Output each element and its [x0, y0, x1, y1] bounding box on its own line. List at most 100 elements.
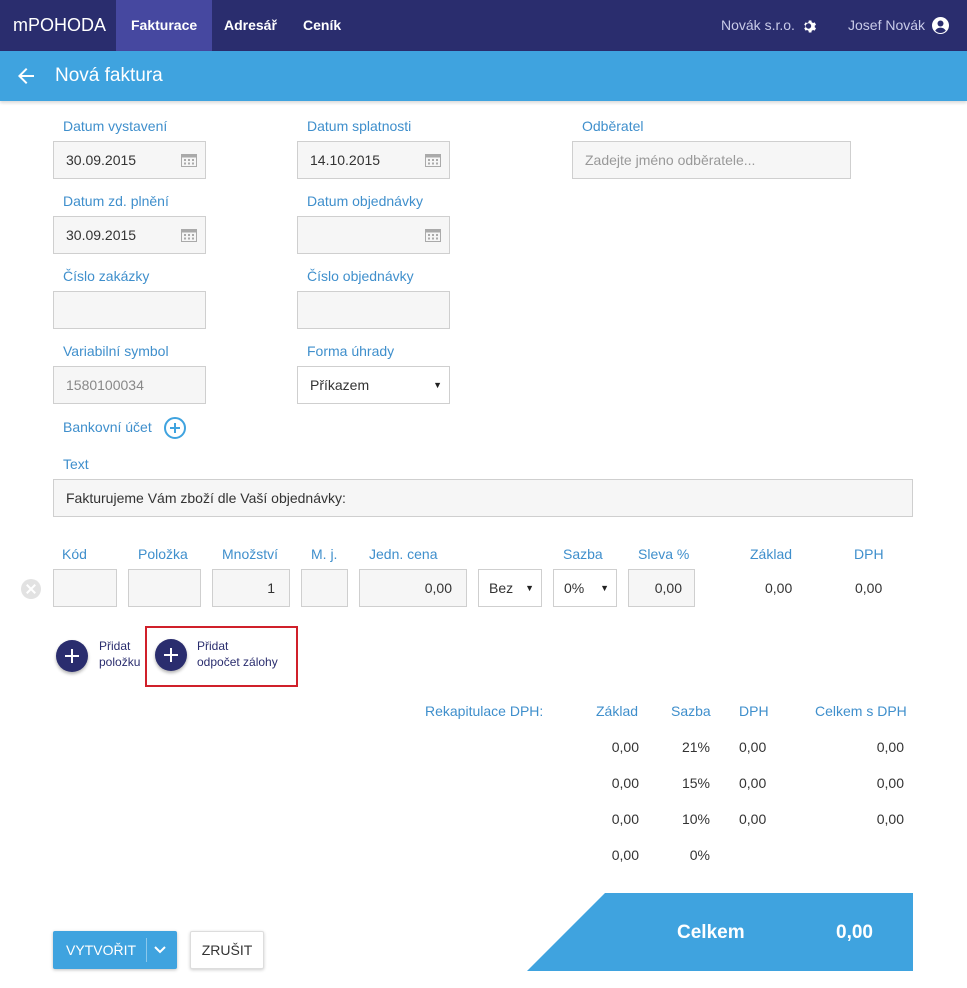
- gear-icon: [804, 20, 816, 32]
- add-item-label-line1: Přidat: [99, 639, 131, 653]
- mj-input[interactable]: [301, 569, 348, 607]
- company-menu[interactable]: Novák s.r.o.: [721, 0, 818, 51]
- add-deposit-label-line2: odpočet zálohy: [197, 655, 278, 669]
- datum-objednavky-label: Datum objednávky: [307, 193, 423, 209]
- col-dph: DPH: [854, 546, 884, 562]
- recap-row1-dph: 0,00: [739, 739, 767, 755]
- datum-vystaveni-value: 30.09.2015: [66, 152, 137, 168]
- odberatel-label: Odběratel: [582, 118, 644, 134]
- add-deposit-button[interactable]: [155, 639, 187, 671]
- create-button[interactable]: VYTVOŘIT: [53, 931, 177, 969]
- company-name: Novák s.r.o.: [721, 17, 795, 33]
- user-name: Josef Novák: [848, 17, 926, 33]
- calendar-icon[interactable]: [425, 153, 441, 167]
- calendar-icon[interactable]: [425, 228, 441, 242]
- sleva-input[interactable]: 0,00: [628, 569, 695, 607]
- text-label: Text: [63, 456, 89, 472]
- col-jedn-cena: Jedn. cena: [369, 546, 438, 562]
- datum-zd-plneni-label: Datum zd. plnění: [63, 193, 169, 209]
- dph-type-select[interactable]: Bez ▼: [478, 569, 542, 607]
- nav-fakturace[interactable]: Fakturace: [116, 0, 213, 51]
- col-zaklad: Základ: [750, 546, 793, 562]
- col-polozka: Položka: [138, 546, 188, 562]
- recap-col-dph: DPH: [739, 703, 769, 719]
- button-divider: [146, 938, 147, 962]
- dph-value: 0,00: [855, 580, 883, 596]
- odberatel-placeholder: Zadejte jméno odběratele...: [585, 152, 756, 168]
- create-button-label: VYTVOŘIT: [66, 942, 137, 958]
- recap-row1-celkem: 0,00: [876, 739, 904, 755]
- datum-vystaveni-input[interactable]: 30.09.2015: [53, 141, 206, 179]
- user-icon: [932, 17, 950, 34]
- total-value: 0,00: [836, 922, 873, 943]
- kod-input[interactable]: [53, 569, 117, 607]
- recap-row2-celkem: 0,00: [876, 775, 904, 791]
- top-navbar: mPOHODA Fakturace Adresář Ceník Novák s.…: [0, 0, 967, 51]
- add-bank-account-icon[interactable]: [164, 417, 186, 439]
- datum-splatnosti-input[interactable]: 14.10.2015: [297, 141, 450, 179]
- cislo-zakazky-label: Číslo zakázky: [63, 268, 150, 284]
- sazba-value: 0%: [564, 580, 585, 596]
- recap-col-celkem: Celkem s DPH: [815, 703, 907, 719]
- recap-row3-celkem: 0,00: [876, 811, 904, 827]
- col-mj: M. j.: [311, 546, 338, 562]
- recap-row4-sazba: 0%: [689, 847, 710, 863]
- add-item-button[interactable]: [56, 640, 88, 672]
- calendar-icon[interactable]: [181, 228, 197, 242]
- sazba-select[interactable]: 0% ▼: [553, 569, 617, 607]
- remove-row-icon[interactable]: [21, 579, 41, 599]
- recap-row2-zaklad: 0,00: [611, 775, 639, 791]
- recap-col-zaklad: Základ: [596, 703, 639, 719]
- text-input[interactable]: Fakturujeme Vám zboží dle Vaší objednávk…: [53, 479, 913, 517]
- col-sleva: Sleva %: [638, 546, 690, 562]
- recap-row1-zaklad: 0,00: [611, 739, 639, 755]
- forma-uhrady-value: Příkazem: [310, 377, 370, 393]
- recap-row4-zaklad: 0,00: [611, 847, 639, 863]
- cancel-button[interactable]: ZRUŠIT: [190, 931, 264, 969]
- dropdown-arrow-icon: ▼: [525, 583, 534, 593]
- bankovni-ucet-label: Bankovní účet: [63, 419, 152, 435]
- polozka-input[interactable]: [128, 569, 201, 607]
- recap-row3-dph: 0,00: [739, 811, 767, 827]
- recap-title: Rekapitulace DPH:: [425, 703, 544, 719]
- mnozstvi-input[interactable]: 1: [212, 569, 290, 607]
- cislo-objednavky-input[interactable]: [297, 291, 450, 329]
- datum-splatnosti-value: 14.10.2015: [310, 152, 381, 168]
- col-kod: Kód: [62, 546, 87, 562]
- add-item-label-line2: položku: [99, 655, 141, 669]
- col-sazba: Sazba: [563, 546, 603, 562]
- back-arrow-icon[interactable]: [14, 64, 38, 88]
- datum-splatnosti-label: Datum splatnosti: [307, 118, 412, 134]
- nav-adresar[interactable]: Adresář: [209, 0, 292, 51]
- recap-row3-zaklad: 0,00: [611, 811, 639, 827]
- chevron-down-icon[interactable]: [153, 944, 167, 956]
- title-bar: Nová faktura: [0, 51, 967, 101]
- datum-objednavky-input[interactable]: [297, 216, 450, 254]
- cislo-zakazky-input[interactable]: [53, 291, 206, 329]
- datum-vystaveni-label: Datum vystavení: [63, 118, 168, 134]
- odberatel-input[interactable]: Zadejte jméno odběratele...: [572, 141, 851, 179]
- total-label: Celkem: [677, 922, 745, 943]
- dropdown-arrow-icon: ▼: [600, 583, 609, 593]
- forma-uhrady-select[interactable]: Příkazem ▼: [297, 366, 450, 404]
- datum-zd-plneni-input[interactable]: 30.09.2015: [53, 216, 206, 254]
- app-brand[interactable]: mPOHODA: [13, 0, 106, 51]
- nav-cenik[interactable]: Ceník: [288, 0, 356, 51]
- user-menu[interactable]: Josef Novák: [848, 0, 950, 51]
- add-deposit-label-line1: Přidat: [197, 639, 229, 653]
- add-deposit-label[interactable]: Přidat odpočet zálohy: [197, 638, 278, 670]
- jedn-cena-input[interactable]: 0,00: [359, 569, 467, 607]
- dph-type-value: Bez: [489, 580, 514, 596]
- variabilni-symbol-label: Variabilní symbol: [63, 343, 169, 359]
- cislo-objednavky-label: Číslo objednávky: [307, 268, 414, 284]
- variabilni-symbol-input[interactable]: 1580100034: [53, 366, 206, 404]
- recap-row3-sazba: 10%: [681, 811, 710, 827]
- col-mnozstvi: Množství: [222, 546, 279, 562]
- datum-zd-plneni-value: 30.09.2015: [66, 227, 137, 243]
- recap-row2-sazba: 15%: [681, 775, 710, 791]
- dropdown-arrow-icon: ▼: [433, 380, 442, 390]
- add-item-label[interactable]: Přidat položku: [99, 638, 140, 670]
- recap-row2-dph: 0,00: [739, 775, 767, 791]
- calendar-icon[interactable]: [181, 153, 197, 167]
- recap-col-sazba: Sazba: [671, 703, 711, 719]
